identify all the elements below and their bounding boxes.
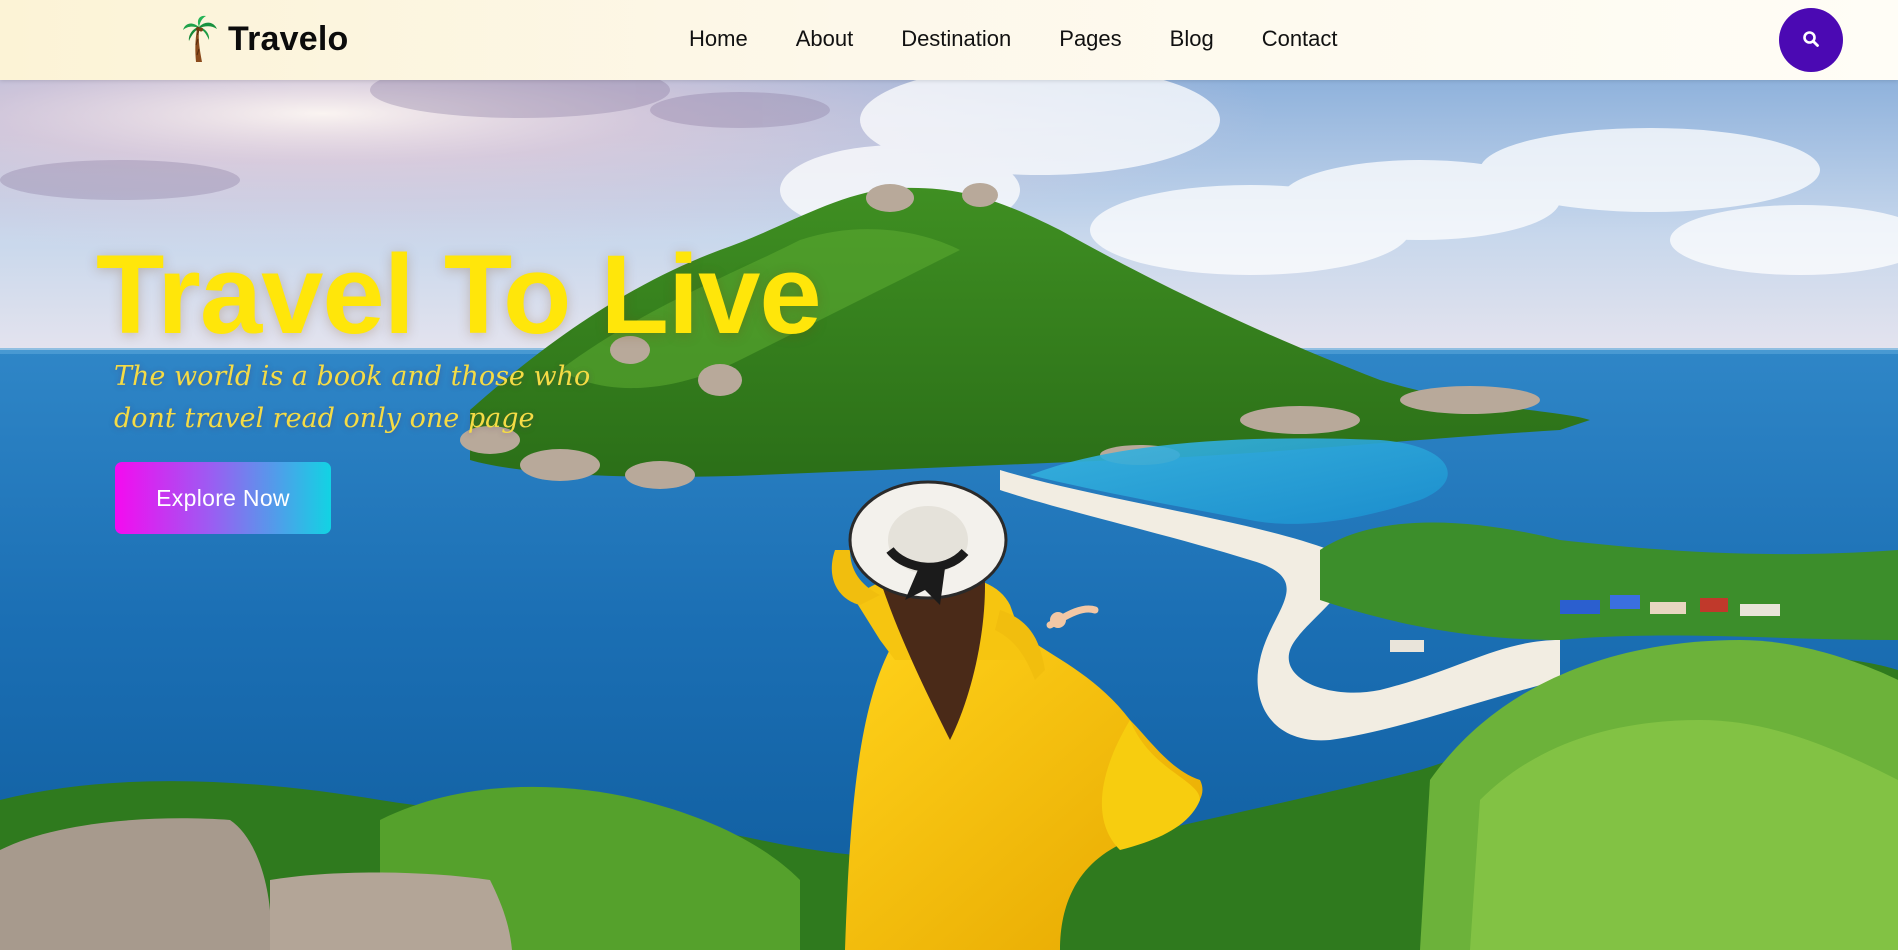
search-icon: [1802, 30, 1820, 51]
hero-title: Travel To Live: [96, 232, 822, 357]
explore-now-button[interactable]: Explore Now: [115, 462, 331, 534]
hero-banner: Travel To Live The world is a book and t…: [0, 80, 1898, 950]
palm-tree-icon: [182, 15, 218, 63]
site-header: Travelo Home About Destination Pages Blo…: [0, 0, 1898, 80]
hero-tagline: The world is a book and those who dont t…: [114, 361, 591, 434]
nav-item-pages[interactable]: Pages: [1059, 24, 1121, 54]
nav-item-home[interactable]: Home: [689, 24, 748, 54]
nav-item-contact[interactable]: Contact: [1262, 24, 1338, 54]
main-nav: Home About Destination Pages Blog Contac…: [689, 24, 1338, 54]
nav-item-destination[interactable]: Destination: [901, 24, 1011, 54]
nav-item-blog[interactable]: Blog: [1170, 24, 1214, 54]
brand-logo[interactable]: Travelo: [182, 14, 348, 64]
brand-name: Travelo: [228, 19, 349, 58]
search-button[interactable]: [1779, 8, 1843, 72]
nav-item-about[interactable]: About: [796, 24, 854, 54]
